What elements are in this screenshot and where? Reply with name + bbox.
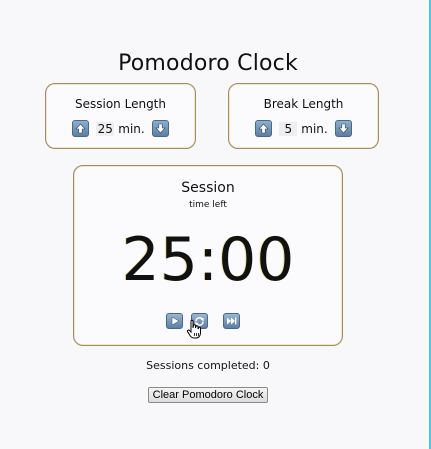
timer-panel: Session time left 25:00 [73,165,343,346]
session-length-unit: min. [118,121,145,136]
session-length-panel: Session Length 25 min. [45,83,196,149]
clear-pomodoro-button[interactable]: Clear Pomodoro Clock [148,387,268,403]
break-length-unit: min. [301,121,328,136]
skip-button[interactable] [223,313,240,329]
up-arrow-icon [75,123,86,134]
break-length-controls: 5 min. [229,120,378,137]
timer-sublabel: time left [189,200,227,210]
hand-cursor-icon [186,319,201,339]
session-length-value: 25 [96,121,115,136]
sessions-completed: Sessions completed: 0 [146,359,270,372]
timer-mode-label: Session [181,180,235,196]
down-arrow-icon [155,123,166,134]
break-increment-button[interactable] [255,120,273,137]
timer-controls [166,313,240,329]
break-length-value: 5 [279,121,298,136]
break-length-label: Break Length [263,97,344,111]
play-icon [171,316,180,326]
session-increment-button[interactable] [72,120,90,137]
down-arrow-icon [338,123,349,134]
timer-display: 25:00 [121,225,295,295]
pomodoro-app: Pomodoro Clock Session Length 25 min. Br… [0,0,431,449]
skip-forward-icon [227,317,237,325]
page-title: Pomodoro Clock [118,50,298,76]
session-length-controls: 25 min. [46,120,195,137]
break-length-panel: Break Length 5 min. [228,83,379,149]
play-button[interactable] [166,313,183,329]
break-decrement-button[interactable] [334,120,352,137]
up-arrow-icon [258,123,269,134]
session-length-label: Session Length [75,97,166,111]
session-decrement-button[interactable] [151,120,169,137]
